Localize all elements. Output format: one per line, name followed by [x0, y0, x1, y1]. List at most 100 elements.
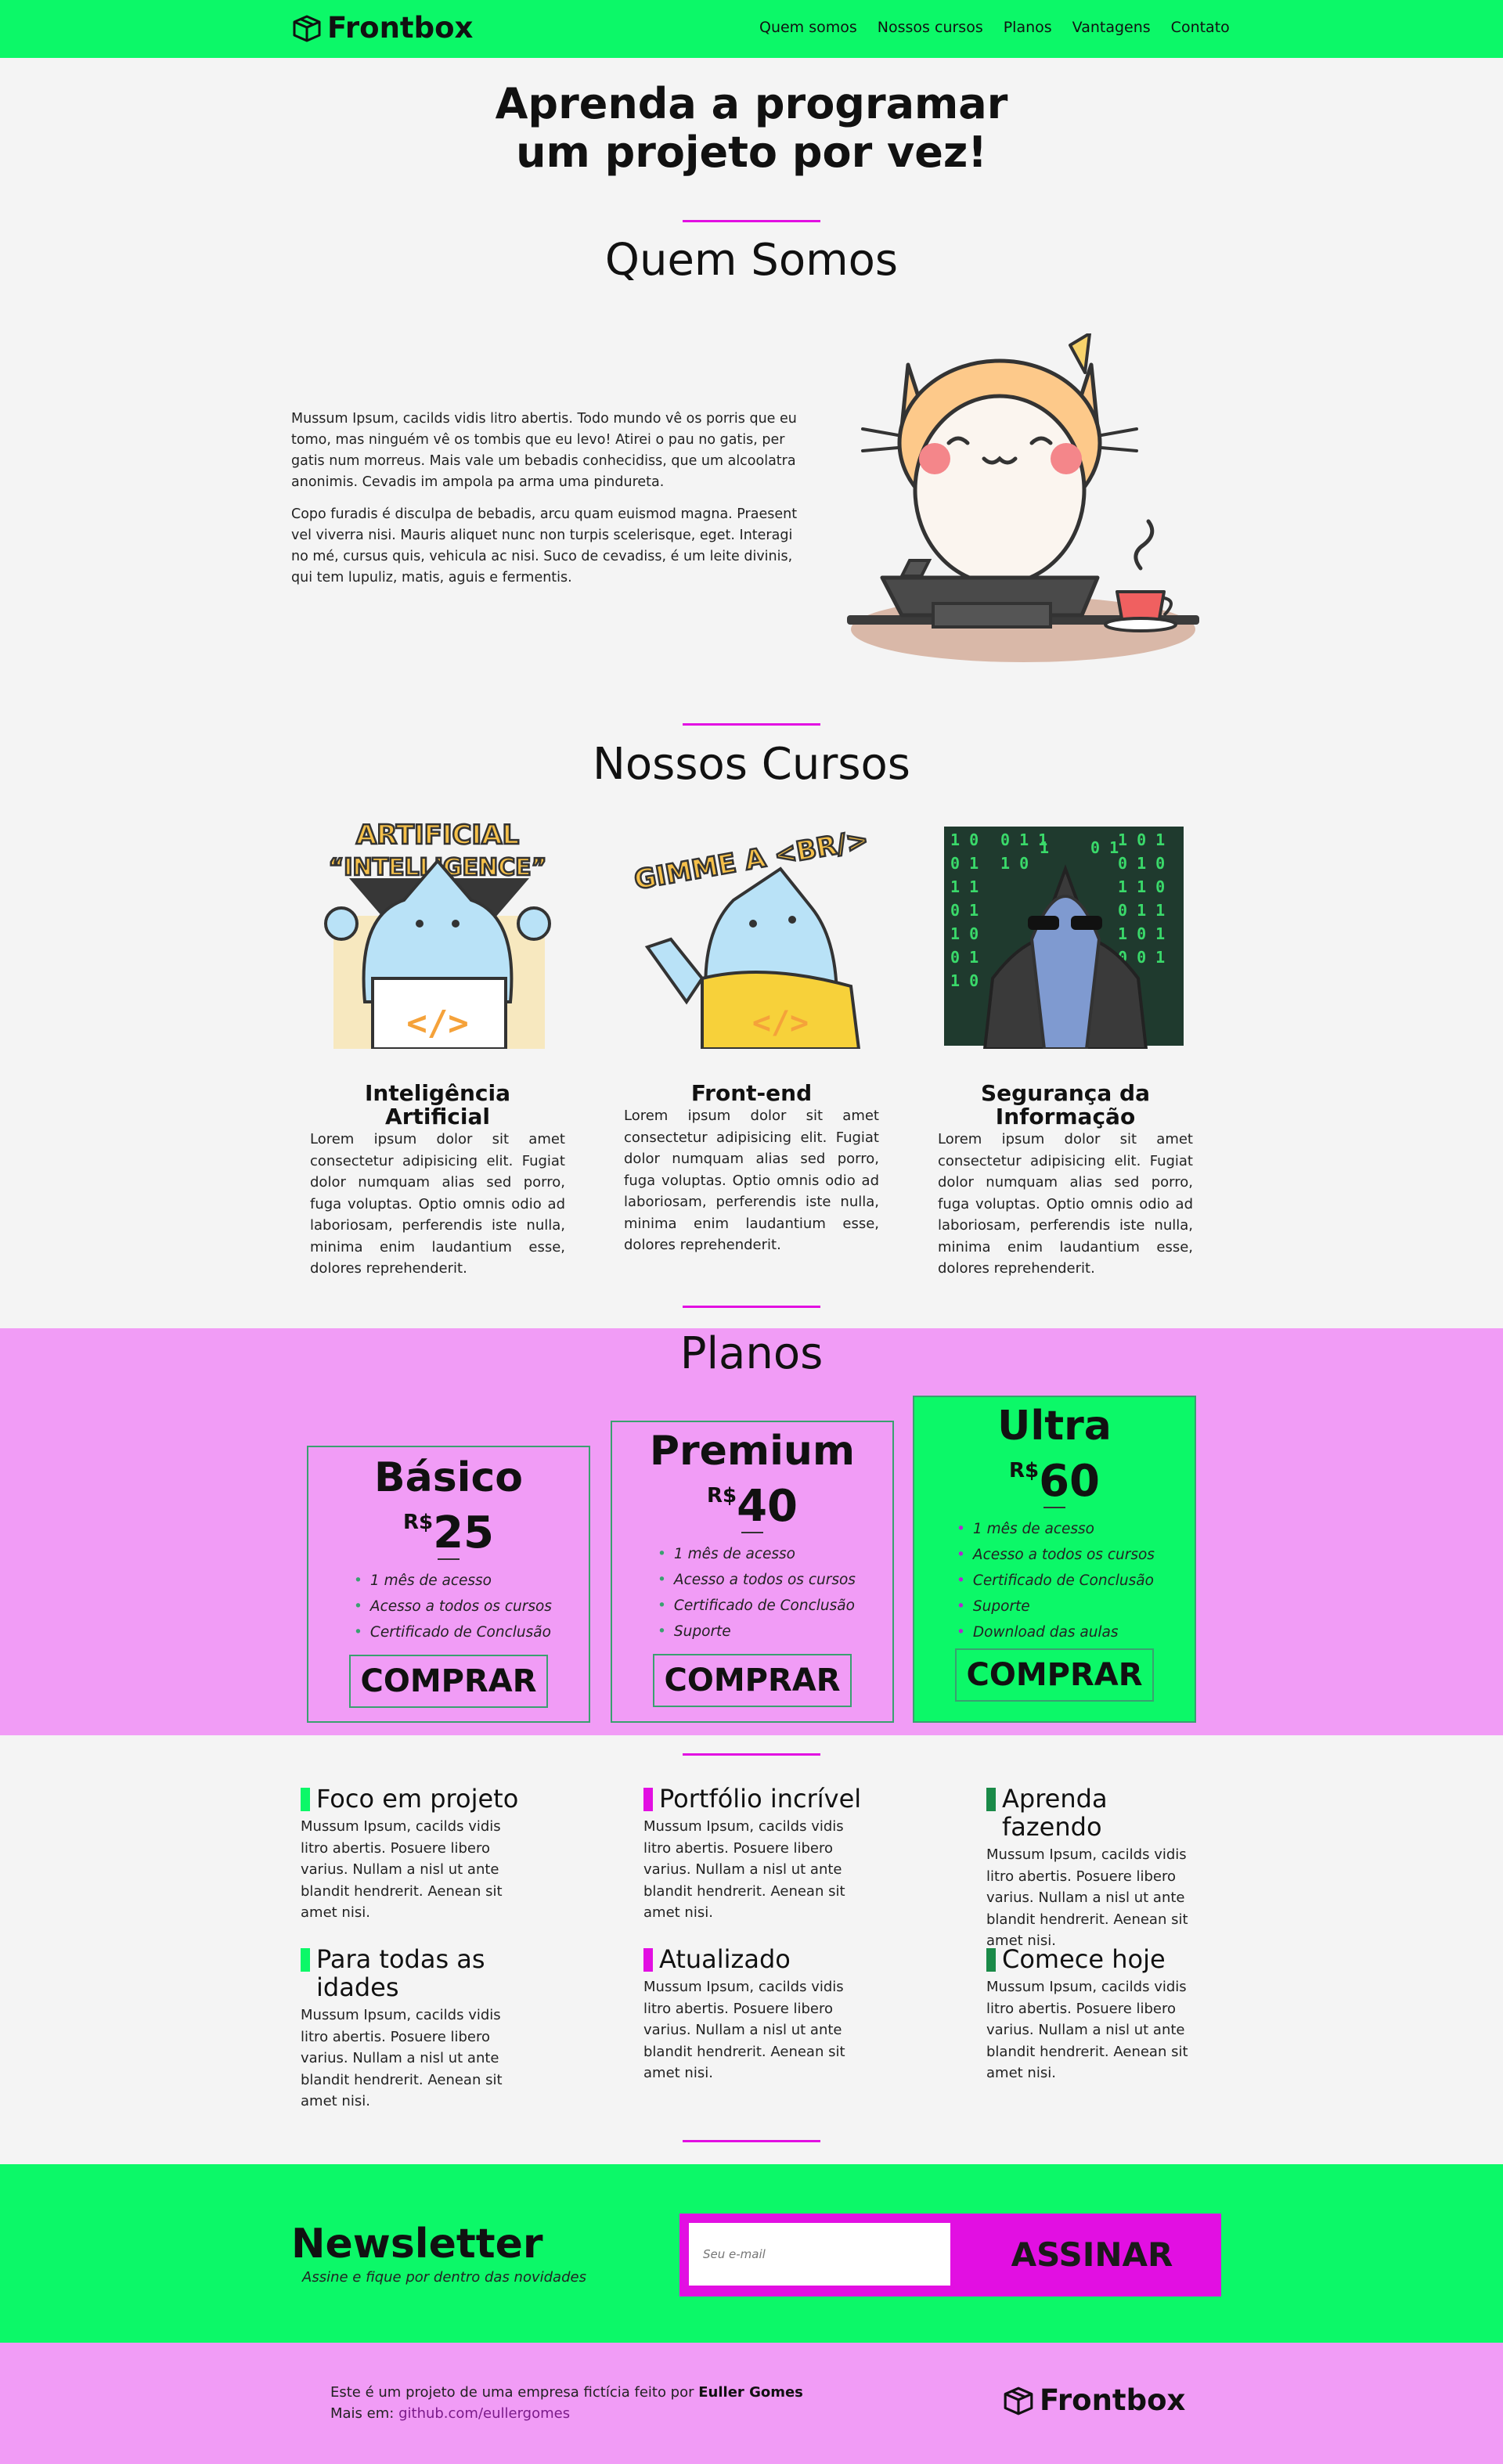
- about-text: Mussum Ipsum, cacilds vidis litro aberti…: [291, 409, 808, 600]
- ai-image-text-1: ARTIFICIAL: [356, 822, 519, 851]
- svg-text:1 0: 1 0: [1000, 854, 1029, 873]
- advantage-item: Portfólio incrível Mussum Ipsum, cacilds…: [643, 1785, 870, 1924]
- nav-link-quem-somos[interactable]: Quem somos: [759, 19, 857, 36]
- plan-feature: Certificado de Conclusão: [658, 1593, 892, 1619]
- svg-text:1 0 1: 1 0 1: [1118, 830, 1165, 849]
- svg-text:1 0: 1 0: [950, 971, 979, 990]
- accent-bar: [301, 1948, 310, 1972]
- nav-link-planos[interactable]: Planos: [1004, 19, 1052, 36]
- course-card-ai[interactable]: ARTIFICIAL “INTELLIGENCE” </> Inteligênc…: [310, 819, 565, 1280]
- section-divider: [683, 2140, 820, 2142]
- nav-link-contato[interactable]: Contato: [1171, 19, 1230, 36]
- advantage-text: Mussum Ipsum, cacilds vidis litro aberti…: [301, 1818, 503, 1921]
- course-image-security: 1 00 11 10 11 00 11 0 1 0 10 1 01 1 00 1…: [944, 827, 1184, 1050]
- header-logo[interactable]: Frontbox: [291, 11, 473, 45]
- hero-title: Aprenda a programar um projeto por vez!: [0, 80, 1503, 177]
- plan-feature: Suporte: [658, 1619, 892, 1644]
- advantage-title: Foco em projeto: [301, 1785, 528, 1813]
- svg-text:1 1: 1 1: [950, 877, 979, 896]
- plan-feature: Certificado de Conclusão: [354, 1619, 589, 1645]
- footer-more-label: Mais em:: [330, 2405, 395, 2422]
- plan-feature-list: 1 mês de acesso Acesso a todos os cursos…: [308, 1568, 589, 1645]
- plan-rule: [1043, 1507, 1065, 1508]
- advantage-title-text: Portfólio incrível: [659, 1784, 862, 1814]
- svg-text:1 1 0: 1 1 0: [1118, 877, 1165, 896]
- accent-bar: [301, 1788, 310, 1811]
- advantage-text: Mussum Ipsum, cacilds vidis litro aberti…: [301, 2007, 503, 2109]
- box-icon: [293, 15, 321, 41]
- advantage-title-text: Comece hoje: [1002, 1944, 1166, 1974]
- about-paragraph-2: Copo furadis é disculpa de bebadis, arcu…: [291, 506, 798, 585]
- buy-button-ultra[interactable]: COMPRAR: [955, 1648, 1154, 1702]
- section-divider: [683, 723, 820, 726]
- advantage-title-text: Atualizado: [659, 1944, 791, 1974]
- plans-section: Planos Básico R$25 1 mês de acesso Acess…: [0, 1328, 1503, 1735]
- course-title-ai: Inteligência Artificial: [365, 1080, 510, 1129]
- newsletter-subtitle: Assine e fique por dentro das novidades: [302, 2269, 586, 2286]
- course-title-security-line-1: Segurança da: [981, 1080, 1150, 1106]
- plan-price-value: 40: [737, 1481, 798, 1532]
- plan-rule: [438, 1558, 460, 1560]
- footer-credit: Este é um projeto de uma empresa fictíci…: [330, 2382, 803, 2403]
- advantage-title-text: Foco em projeto: [316, 1784, 519, 1814]
- advantage-item: Atualizado Mussum Ipsum, cacilds vidis l…: [643, 1945, 870, 2084]
- footer-text: Este é um projeto de uma empresa fictíci…: [330, 2382, 803, 2424]
- accent-bar: [986, 1948, 996, 1972]
- box-icon: [1004, 2387, 1033, 2415]
- main-nav: Quem somos Nossos cursos Planos Vantagen…: [759, 19, 1230, 36]
- plan-feature: 1 mês de acesso: [354, 1568, 589, 1594]
- plan-rule: [741, 1532, 763, 1533]
- frontend-image-text: GIMME A <BR/>: [632, 824, 870, 896]
- accent-bar: [986, 1788, 996, 1811]
- accent-bar: [643, 1788, 653, 1811]
- course-image-frontend: GIMME A <BR/> </>: [631, 823, 872, 1050]
- buy-button-premium[interactable]: COMPRAR: [653, 1654, 852, 1707]
- footer-credit-text: Este é um projeto de uma empresa fictíci…: [330, 2384, 694, 2401]
- advantage-item: Foco em projeto Mussum Ipsum, cacilds vi…: [301, 1785, 528, 1924]
- section-divider: [683, 220, 820, 222]
- subscribe-button[interactable]: ASSINAR: [979, 2235, 1206, 2274]
- course-card-security[interactable]: 1 00 11 10 11 00 11 0 1 0 10 1 01 1 00 1…: [938, 822, 1193, 1280]
- plan-name: Ultra: [997, 1403, 1112, 1450]
- advantage-title: Aprenda fazendo: [986, 1785, 1213, 1841]
- course-card-frontend[interactable]: GIMME A <BR/> </> Front-end Lorem ipsum …: [624, 822, 879, 1256]
- currency-symbol: R$: [1008, 1459, 1040, 1482]
- plan-price: R$40: [612, 1474, 892, 1529]
- plan-feature: Acesso a todos os cursos: [658, 1567, 892, 1593]
- course-title-frontend: Front-end: [690, 1080, 813, 1106]
- plan-name: Premium: [649, 1428, 856, 1475]
- footer-logo[interactable]: Frontbox: [1002, 2383, 1185, 2417]
- nav-link-vantagens[interactable]: Vantagens: [1072, 19, 1151, 36]
- plan-feature: Acesso a todos os cursos: [354, 1594, 589, 1619]
- advantage-title: Atualizado: [643, 1945, 870, 1973]
- site-footer: Este é um projeto de uma empresa fictíci…: [0, 2343, 1503, 2464]
- plan-price-value: 60: [1039, 1456, 1101, 1507]
- plan-feature: Acesso a todos os cursos: [957, 1542, 1195, 1568]
- advantage-text: Mussum Ipsum, cacilds vidis litro aberti…: [643, 1818, 845, 1921]
- currency-symbol: R$: [402, 1511, 434, 1534]
- course-description-ai: Lorem ipsum dolor sit amet consectetur a…: [310, 1131, 565, 1277]
- course-image-ai: ARTIFICIAL “INTELLIGENCE” </>: [324, 819, 551, 1050]
- footer-github-link[interactable]: github.com/eullergomes: [398, 2405, 570, 2422]
- plan-feature-list: 1 mês de acesso Acesso a todos os cursos…: [914, 1516, 1195, 1645]
- advantage-item: Aprenda fazendo Mussum Ipsum, cacilds vi…: [986, 1785, 1213, 1952]
- plan-price: R$60: [914, 1449, 1195, 1504]
- advantage-text: Mussum Ipsum, cacilds vidis litro aberti…: [986, 1979, 1188, 2081]
- advantage-title-text: Aprenda fazendo: [1002, 1784, 1108, 1842]
- newsletter-title: Newsletter: [291, 2221, 543, 2268]
- svg-text:0 1: 0 1: [1090, 838, 1119, 857]
- svg-text:0 1 0: 0 1 0: [1118, 854, 1165, 873]
- course-title-security-line-2: Informação: [995, 1104, 1136, 1129]
- accent-bar: [643, 1948, 653, 1972]
- buy-button-basico[interactable]: COMPRAR: [349, 1655, 548, 1708]
- svg-text:</>: </>: [752, 1005, 809, 1041]
- email-input[interactable]: [689, 2223, 950, 2286]
- plan-card-ultra: Ultra R$60 1 mês de acesso Acesso a todo…: [913, 1396, 1196, 1723]
- svg-text:0 1: 0 1: [950, 901, 979, 920]
- plan-feature: Suporte: [957, 1594, 1195, 1619]
- courses-title: Nossos Cursos: [593, 739, 910, 790]
- svg-text:</>: </>: [406, 1003, 468, 1043]
- nav-link-nossos-cursos[interactable]: Nossos cursos: [878, 19, 983, 36]
- footer-author: Euller Gomes: [698, 2384, 803, 2401]
- advantage-title: Comece hoje: [986, 1945, 1213, 1973]
